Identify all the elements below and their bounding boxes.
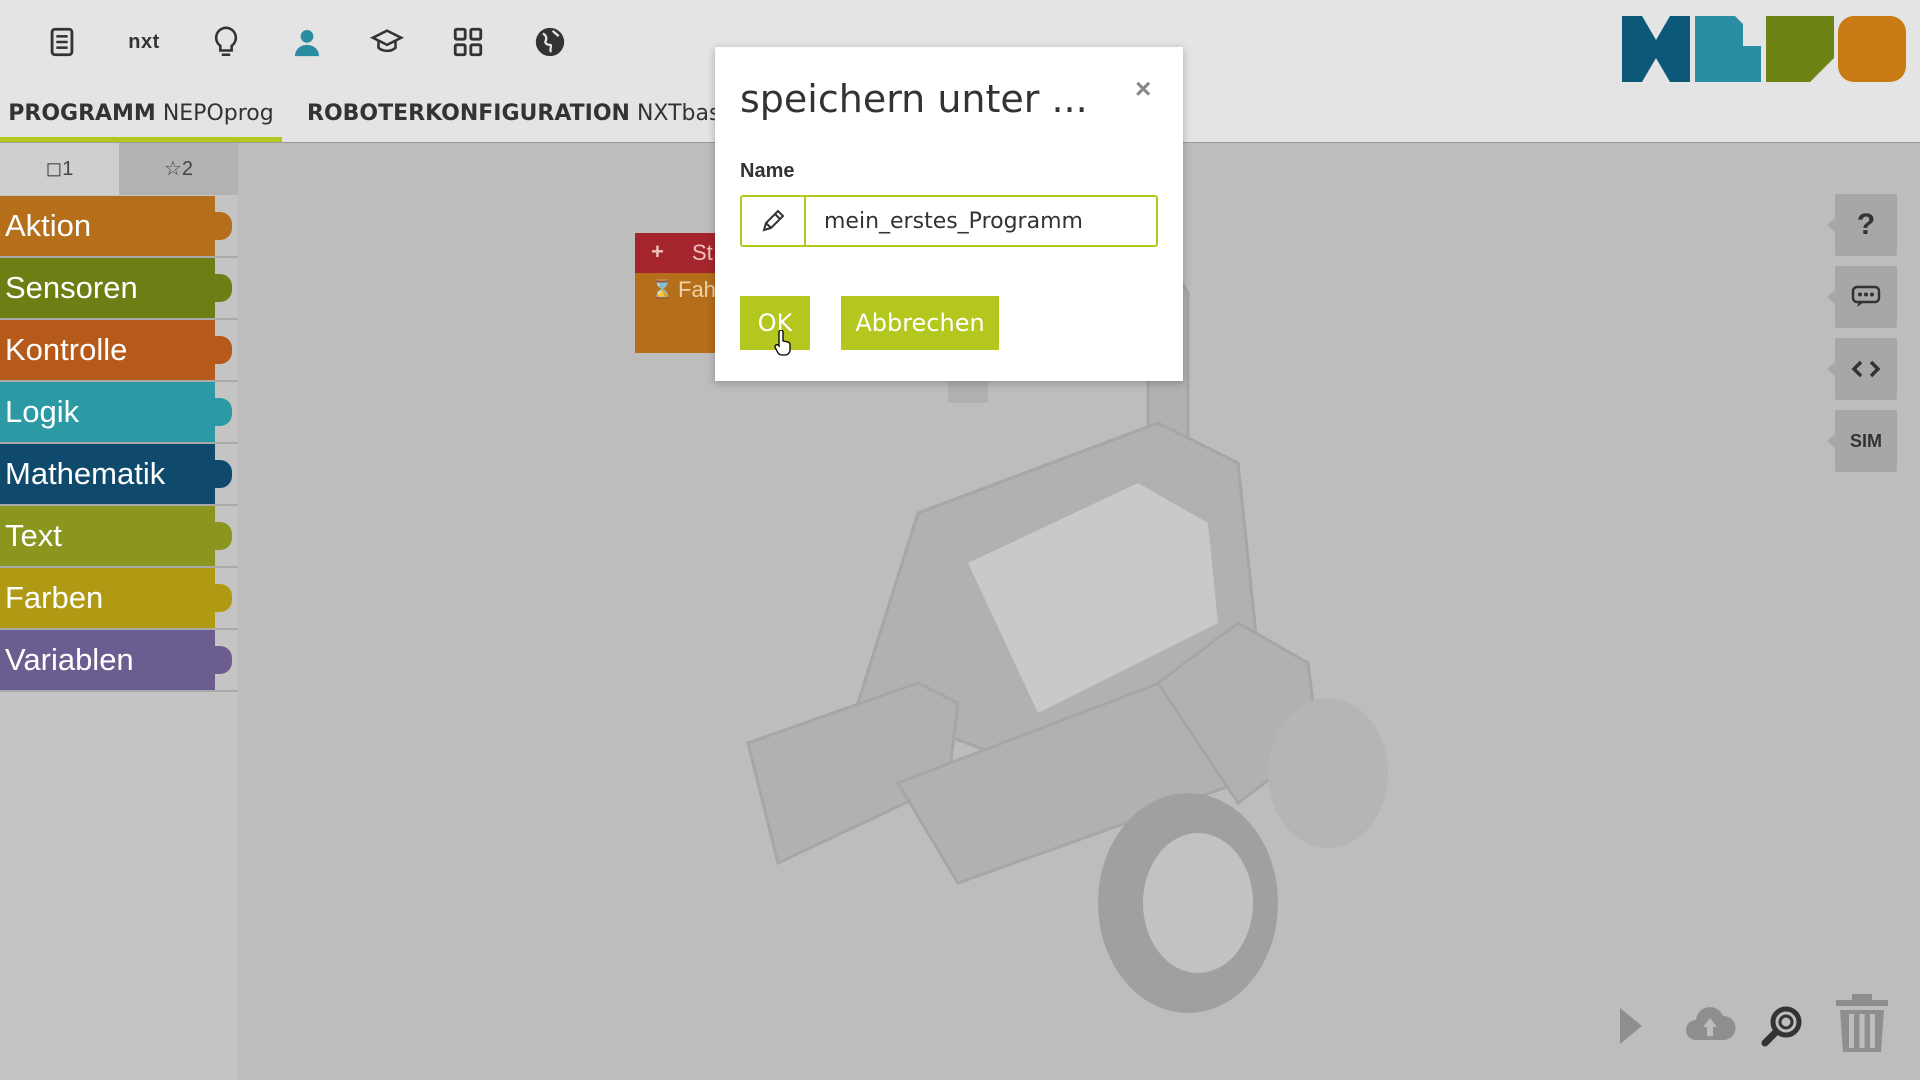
pencil-icon [742, 197, 806, 245]
close-button[interactable]: × [1135, 73, 1151, 105]
name-field [740, 195, 1158, 247]
dialog-title: speichern unter ... [740, 77, 1088, 121]
cancel-button[interactable]: Abbrechen [841, 296, 999, 350]
name-label: Name [740, 160, 795, 182]
hand-cursor-icon [774, 330, 791, 356]
program-name-input[interactable] [806, 197, 1156, 245]
